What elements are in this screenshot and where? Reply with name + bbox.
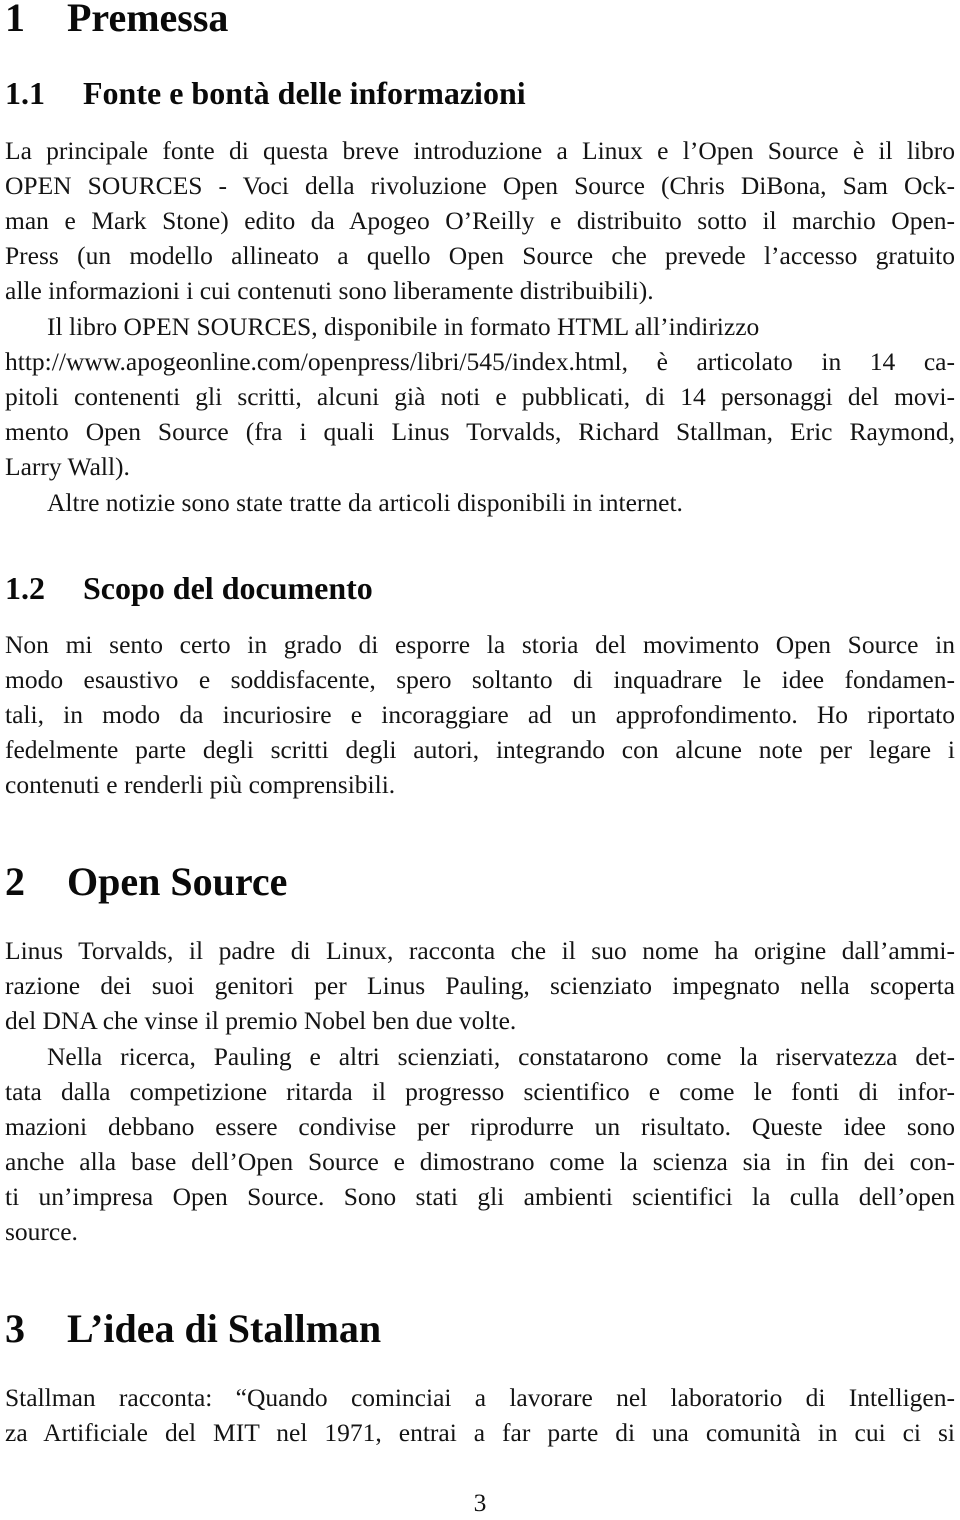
subsection-heading-1-2: 1.2 Scopo del documento <box>5 570 373 606</box>
section-title: L’idea di Stallman <box>67 1306 382 1351</box>
subsection-number: 1.2 <box>5 570 45 606</box>
text-line: Il libro OPEN SOURCES, disponibile in fo… <box>47 312 760 341</box>
text-line: ti un’impresa Open Source. Sono stati gl… <box>5 1182 955 1211</box>
document-page: 1 Premessa 1.1 Fonte e bontà delle informa… <box>0 0 960 1520</box>
section-number: 2 <box>5 859 25 904</box>
text-line: La principale fonte di questa breve intr… <box>5 136 955 165</box>
text-line: anche alla base dell’Open Source e dimos… <box>5 1147 955 1176</box>
text-line: source. <box>5 1217 78 1246</box>
subsection-title: Scopo del documento <box>83 570 373 606</box>
text-line: alle informazioni i cui contenuti sono l… <box>5 276 654 305</box>
page-number: 3 <box>473 1488 487 1517</box>
text-line: Press (un modello allineato a quello Ope… <box>5 241 955 270</box>
text-line: Non mi sento certo in grado di esporre l… <box>5 630 955 659</box>
section-number: 1 <box>5 0 25 40</box>
text-line: Larry Wall). <box>5 452 130 481</box>
section-title: Premessa <box>67 0 229 40</box>
section-heading-2: 2 Open Source <box>5 860 287 904</box>
subsection-heading-1-1: 1.1 Fonte e bontà delle informazioni <box>5 75 526 111</box>
text-line: tata dalla competizione ritarda il progr… <box>5 1077 955 1106</box>
text-line: tali, in modo da incuriosire e incoraggi… <box>5 700 955 729</box>
subsection-number: 1.1 <box>5 75 45 111</box>
text-line: Altre notizie sono state tratte da artic… <box>47 488 683 517</box>
text-line: contenuti e renderli più comprensibili. <box>5 770 396 799</box>
text-line: OPEN SOURCES - Voci della rivoluzione Op… <box>5 171 955 200</box>
url-line: http://www.apogeonline.com/openpress/lib… <box>5 347 955 376</box>
section-number: 3 <box>5 1306 25 1351</box>
text-line: modo esaustivo e soddisfacente, spero so… <box>5 665 955 694</box>
section-heading-3: 3 L’idea di Stallman <box>5 1307 381 1351</box>
text-line: Nella ricerca, Pauling e altri scienziat… <box>47 1042 955 1071</box>
text-line: pitoli contenenti gli scritti, alcuni gi… <box>5 382 955 411</box>
text-line: za Artificiale del MIT nel 1971, entrai … <box>5 1418 955 1447</box>
text-line: man e Mark Stone) edito da Apogeo O’Reil… <box>5 206 955 235</box>
section-heading-1: 1 Premessa <box>5 0 228 40</box>
text-line: mazioni debbano essere condivise per rip… <box>5 1112 955 1141</box>
text-line: Linus Torvalds, il padre di Linux, racco… <box>5 936 955 965</box>
text-line: del DNA che vinse il premio Nobel ben du… <box>5 1006 517 1035</box>
subsection-title: Fonte e bontà delle informazioni <box>83 75 526 111</box>
section-title: Open Source <box>67 859 288 904</box>
text-line: mento Open Source (fra i quali Linus Tor… <box>5 417 955 446</box>
text-line: Stallman racconta: “Quando cominciai a l… <box>5 1383 955 1412</box>
text-line: razione dei suoi genitori per Linus Paul… <box>5 971 955 1000</box>
text-line: fedelmente parte degli scritti degli aut… <box>5 735 955 764</box>
